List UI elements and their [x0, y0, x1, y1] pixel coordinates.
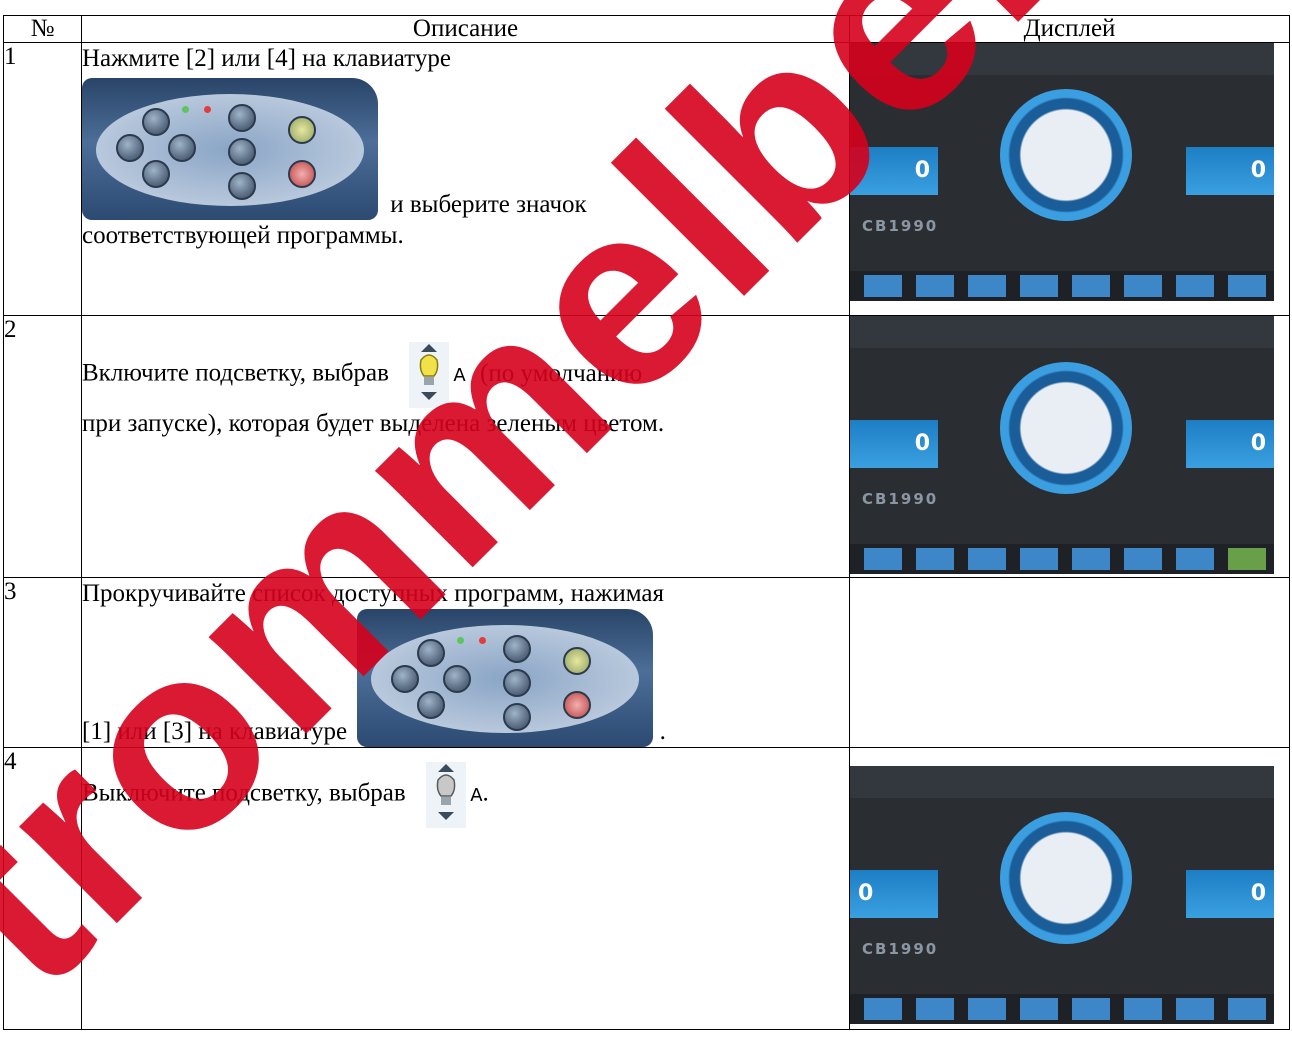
display-bottom-bar	[850, 994, 1274, 1024]
light-program-icon	[1228, 998, 1266, 1020]
display-cell: 0 0 CB1990	[849, 315, 1290, 578]
program-icon	[1176, 548, 1214, 570]
red-led	[204, 106, 211, 113]
green-led	[182, 106, 189, 113]
left-value-field: 0	[850, 420, 938, 468]
row-description: Нажмите [2] или [4] на клавиатуре и выбе…	[81, 42, 850, 316]
start-key	[288, 116, 316, 144]
program-icon	[968, 998, 1006, 1020]
table-row: 3 Прокручивайте список доступных програм…	[3, 577, 1290, 748]
lamp-label: A	[470, 784, 483, 806]
left-arrow-key	[116, 134, 144, 162]
model-code: CB1990	[862, 940, 939, 958]
display-cell-empty	[849, 577, 1290, 748]
keyboard-image	[357, 609, 654, 747]
program-icon	[1124, 275, 1162, 297]
right-value-field: 0	[1186, 147, 1274, 195]
program-icon	[968, 548, 1006, 570]
program-icon	[1124, 548, 1162, 570]
right-value-field: 0	[1186, 420, 1274, 468]
wheel-dial	[1000, 812, 1132, 944]
right-value-field: 0	[1186, 870, 1274, 918]
table-row: 2 Включите подсветку, выбрав A (по умолч…	[3, 315, 1290, 578]
function-key	[228, 104, 256, 132]
program-icon	[1072, 275, 1110, 297]
program-icon	[1072, 998, 1110, 1020]
program-icon	[1176, 998, 1214, 1020]
description-line: [1] или [3] на клавиатуре	[82, 718, 348, 745]
instructions-table: № Описание Дисплей 1 Нажмите [2] или [4]…	[3, 15, 1290, 1030]
table-header-row: № Описание Дисплей	[3, 15, 1290, 43]
program-icon	[916, 998, 954, 1020]
left-value-field: 0	[850, 870, 938, 918]
program-icon	[916, 548, 954, 570]
light-off-icon	[425, 762, 466, 828]
row-description: Выключите подсветку, выбрав A.	[81, 747, 850, 1030]
header-display: Дисплей	[849, 15, 1290, 43]
wheel-dial	[1000, 89, 1132, 221]
description-line: при запуске), которая будет выделена зел…	[82, 410, 665, 437]
down-arrow-key	[142, 160, 170, 188]
row-number: 1	[3, 42, 82, 316]
display-top-bar	[850, 316, 1274, 348]
program-icon	[1072, 548, 1110, 570]
row-number: 2	[3, 315, 82, 578]
display-cell: 0 0 CB1990	[849, 747, 1290, 1030]
table-row: 1 Нажмите [2] или [4] на клавиатуре и вы…	[3, 42, 1290, 316]
right-arrow-key	[168, 134, 196, 162]
program-icon	[916, 275, 954, 297]
function-key	[228, 138, 256, 166]
left-value-field: 0	[850, 147, 938, 195]
keyboard-image	[82, 78, 378, 220]
description-line: Включите подсветку, выбрав	[82, 359, 389, 387]
up-arrow-key	[142, 108, 170, 136]
function-key	[228, 172, 256, 200]
balancer-display-screenshot: 0 0 CB1990	[850, 316, 1274, 574]
cut-off-top-text	[0, 0, 1292, 14]
description-line: (по умолчанию	[480, 359, 643, 387]
display-top-bar	[850, 43, 1274, 75]
description-line: Нажмите [2] или [4] на клавиатуре	[82, 45, 451, 72]
wheel-dial	[1000, 362, 1132, 494]
program-icon	[1020, 548, 1058, 570]
balancer-display-screenshot: 0 0 CB1990	[850, 43, 1274, 301]
description-line: и выберите значок	[390, 191, 587, 218]
lamp-label: A	[453, 364, 466, 386]
light-program-icon-active	[1228, 548, 1266, 570]
description-line: соответствующей программы.	[82, 222, 404, 249]
model-code: CB1990	[862, 490, 939, 508]
display-bottom-bar	[850, 271, 1274, 301]
header-number: №	[3, 15, 82, 43]
program-icon	[968, 275, 1006, 297]
row-number: 3	[3, 577, 82, 748]
display-top-bar	[850, 766, 1274, 798]
program-icon	[864, 275, 902, 297]
table-row: 4 Выключите подсветку, выбрав A. 0 0 CB1…	[3, 747, 1290, 1030]
description-line: .	[659, 718, 666, 745]
light-on-icon	[409, 342, 450, 408]
display-bottom-bar	[850, 544, 1274, 574]
header-description: Описание	[81, 15, 850, 43]
program-icon	[1124, 998, 1162, 1020]
description-line: Прокручивайте список доступных программ,…	[82, 580, 664, 607]
program-icon	[864, 548, 902, 570]
description-line: Выключите подсветку, выбрав	[82, 779, 406, 807]
row-description: Прокручивайте список доступных программ,…	[81, 577, 850, 748]
program-icon	[1176, 275, 1214, 297]
balancer-display-screenshot: 0 0 CB1990	[850, 766, 1274, 1024]
program-icon	[1020, 998, 1058, 1020]
description-line: .	[482, 779, 489, 807]
row-description: Включите подсветку, выбрав A (по умолчан…	[81, 315, 850, 578]
row-number: 4	[3, 747, 82, 1030]
program-icon	[1020, 275, 1058, 297]
program-icon	[864, 998, 902, 1020]
model-code: CB1990	[862, 217, 939, 235]
stop-key	[288, 160, 316, 188]
light-program-icon	[1228, 275, 1266, 297]
display-cell: 0 0 CB1990	[849, 42, 1290, 316]
